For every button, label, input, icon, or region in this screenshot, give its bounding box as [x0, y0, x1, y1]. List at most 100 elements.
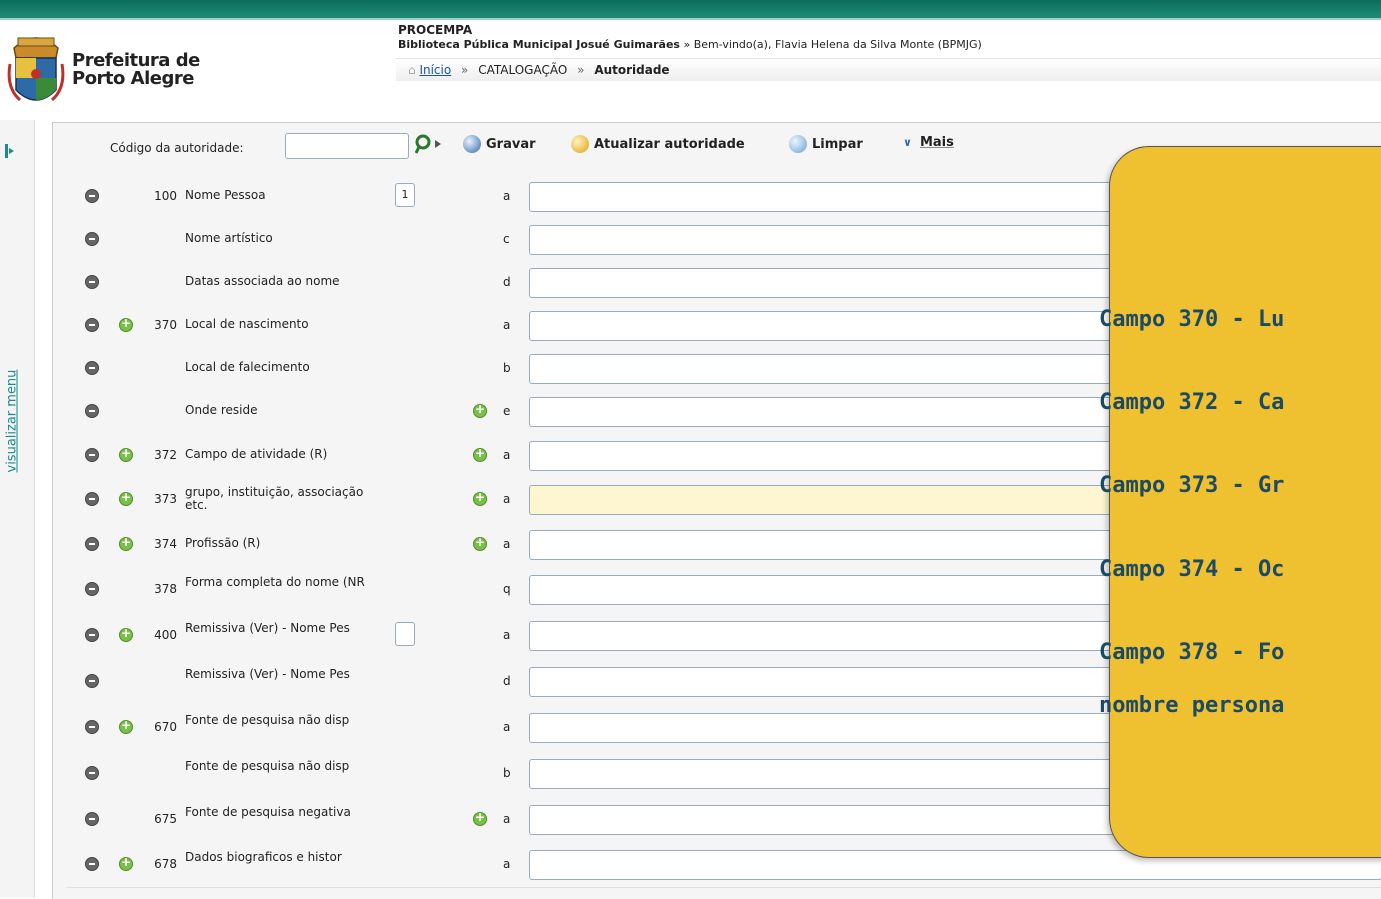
search-code-button[interactable] [415, 133, 445, 155]
field-label: Profissão (R) [185, 536, 261, 550]
authority-code-input[interactable] [285, 133, 409, 159]
field-label: Datas associada ao nome [185, 273, 340, 288]
subfield-code: a [503, 720, 511, 734]
library-welcome: Biblioteca Pública Municipal Josué Guima… [398, 38, 982, 51]
clear-button[interactable]: Limpar [789, 135, 863, 153]
subfield-code: a [503, 812, 511, 826]
field-tag: 670 [154, 720, 177, 734]
remove-field-icon[interactable] [85, 317, 99, 332]
subfield-code: d [503, 274, 511, 289]
field-label: Onde reside [185, 403, 258, 417]
add-field-icon[interactable] [119, 316, 133, 332]
indicator-input[interactable]: 1 [395, 182, 415, 207]
clear-icon [789, 135, 807, 153]
add-subfield-icon[interactable] [473, 402, 487, 418]
remove-field-icon[interactable] [85, 628, 99, 642]
breadcrumb-separator: » [577, 63, 585, 77]
welcome-text: » Bem-vindo(a), Flavia Helena da Silva M… [679, 38, 982, 51]
remove-field-icon[interactable] [85, 188, 99, 203]
field-tag: 370 [154, 317, 177, 332]
remove-field-icon[interactable] [85, 447, 99, 462]
breadcrumb-home-link[interactable]: Início [419, 63, 451, 77]
callout-line: Campo 374 - Oc [1099, 557, 1285, 582]
add-subfield-icon[interactable] [473, 446, 487, 462]
page-header: Prefeitura de Porto Alegre PROCEMPA Bibl… [0, 20, 1381, 120]
remove-field-icon[interactable] [85, 231, 99, 246]
show-menu-link[interactable]: visualizar menu [5, 370, 20, 473]
instruction-callout: Campo 370 - Lu Campo 372 - Ca Campo 373 - … [1099, 146, 1381, 858]
expand-menu-icon[interactable] [5, 144, 14, 158]
brand-name: Prefeitura de Porto Alegre [72, 52, 200, 88]
callout-line: Campo 378 - Fo [1099, 640, 1285, 665]
add-field-icon[interactable] [119, 626, 133, 642]
field-tag: 400 [154, 628, 177, 642]
field-tag: 100 [154, 188, 177, 203]
add-field-icon[interactable] [119, 718, 133, 734]
subfield-code: a [503, 492, 511, 506]
field-tag: 678 [154, 857, 177, 871]
more-button[interactable]: ∨ Mais [903, 135, 954, 150]
remove-field-icon[interactable] [85, 582, 99, 596]
update-authority-button[interactable]: Atualizar autoridade [571, 135, 745, 153]
remove-field-icon[interactable] [85, 274, 99, 289]
field-label: Local de falecimento [185, 359, 310, 374]
remove-field-icon[interactable] [85, 492, 99, 506]
subfield-code: a [503, 188, 511, 203]
field-tag: 372 [154, 447, 177, 462]
add-field-icon[interactable] [119, 855, 133, 871]
subfield-code: a [503, 628, 511, 642]
library-name: Biblioteca Pública Municipal Josué Guima… [398, 38, 680, 51]
breadcrumb-section: CATALOGAÇÃO [478, 63, 568, 77]
subfield-code: c [503, 231, 510, 246]
field-label: Campo de atividade (R) [185, 446, 328, 461]
home-icon: ⌂ [408, 63, 416, 77]
subfield-code: d [503, 674, 511, 688]
breadcrumb-separator: » [461, 63, 469, 77]
authority-code-label: Código da autoridade: [110, 141, 244, 155]
field-label: Forma completa do nome (NR [185, 575, 365, 589]
remove-field-icon[interactable] [85, 360, 99, 375]
sidebar-collapsed: visualizar menu [0, 120, 35, 898]
field-label: grupo, instituição, associação etc. [185, 485, 364, 512]
subfield-code: a [503, 857, 511, 871]
remove-field-icon[interactable] [85, 857, 99, 871]
update-button-label: Atualizar autoridade [594, 136, 745, 152]
add-field-icon[interactable] [119, 535, 133, 551]
remove-field-icon[interactable] [85, 404, 99, 418]
add-subfield-icon[interactable] [473, 535, 487, 551]
callout-line: Campo 372 - Ca [1099, 390, 1285, 415]
brand-line-2: Porto Alegre [72, 68, 194, 89]
field-label: Nome artístico [185, 230, 273, 245]
field-label: Remissiva (Ver) - Nome Pes [185, 621, 350, 635]
remove-field-icon[interactable] [85, 812, 99, 826]
callout-line: nombre persona [1099, 693, 1285, 718]
refresh-icon [571, 135, 589, 153]
subfield-code: a [503, 317, 511, 332]
breadcrumb: ⌂ Início » CATALOGAÇÃO » Autoridade [396, 58, 1381, 81]
remove-field-icon[interactable] [85, 720, 99, 734]
callout-line: Campo 370 - Lu [1099, 307, 1285, 332]
subfield-code: b [503, 766, 511, 780]
field-label: Dados biograficos e histor [185, 850, 342, 864]
more-button-label: Mais [919, 135, 954, 150]
subfield-code: a [503, 537, 511, 551]
add-field-icon[interactable] [119, 490, 133, 506]
city-crest-logo [7, 37, 65, 102]
add-field-icon[interactable] [119, 446, 133, 462]
subfield-code: a [503, 447, 511, 462]
remove-field-icon[interactable] [85, 674, 99, 688]
field-tag: 373 [154, 492, 177, 506]
save-icon [463, 135, 481, 153]
save-button[interactable]: Gravar [463, 135, 536, 153]
remove-field-icon[interactable] [85, 766, 99, 780]
add-subfield-icon[interactable] [473, 490, 487, 506]
save-button-label: Gravar [486, 136, 536, 152]
indicator-input[interactable] [395, 622, 415, 646]
subfield-code: b [503, 360, 511, 375]
subfield-code: q [503, 582, 511, 596]
field-label: Remissiva (Ver) - Nome Pes [185, 667, 350, 681]
remove-field-icon[interactable] [85, 537, 99, 551]
add-subfield-icon[interactable] [473, 810, 487, 826]
clear-button-label: Limpar [812, 136, 863, 152]
field-label: Fonte de pesquisa não disp [185, 713, 350, 727]
